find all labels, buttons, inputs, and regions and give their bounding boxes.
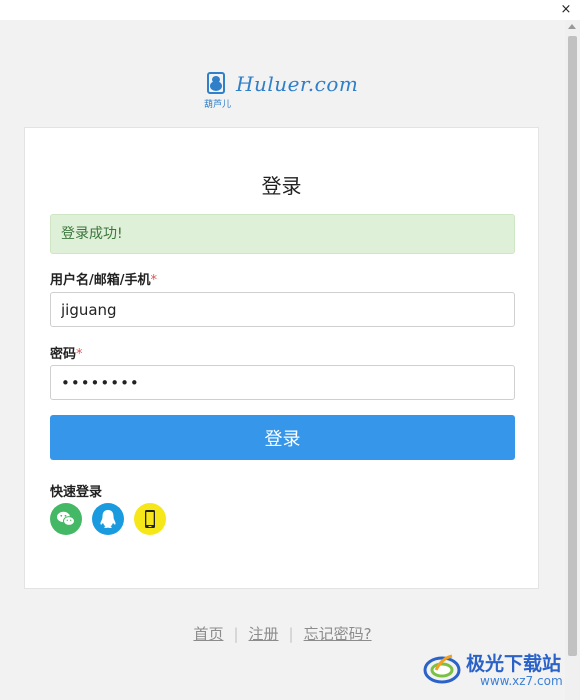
login-title: 登录 [261, 174, 302, 198]
footer-separator: | [288, 625, 294, 643]
phone-icon [145, 510, 155, 528]
footer-links: 首页 | 注册 | 忘记密码? [0, 623, 565, 644]
gourd-bottom-shape [210, 81, 222, 91]
login-card: 登录 登录成功! 用户名/邮箱/手机* 密码* 登录 快速登录 [24, 127, 539, 589]
footer-separator: | [233, 625, 239, 643]
footer-link-register[interactable]: 注册 [249, 625, 279, 643]
quick-login-label: 快速登录 [50, 485, 103, 500]
footer-link-forgot-password[interactable]: 忘记密码? [304, 625, 372, 643]
required-star: * [76, 347, 83, 362]
login-window: × 葫芦儿 Huluer.com 登录 登录成功! 用户名/邮箱/手机* 密码*… [0, 0, 580, 700]
logo-wordmark: Huluer.com [236, 72, 359, 96]
password-input[interactable] [50, 365, 515, 400]
watermark-title: 极光下载站 [466, 653, 562, 675]
login-button[interactable]: 登录 [50, 415, 515, 460]
success-alert: 登录成功! [50, 214, 515, 254]
wechat-icon [57, 511, 75, 526]
xz7-logo-icon [423, 654, 461, 684]
xz7-watermark: 极光下载站 www.xz7.com [422, 646, 574, 694]
close-icon: × [560, 2, 572, 17]
site-logo[interactable]: 葫芦儿 Huluer.com [204, 66, 364, 110]
qq-login-button[interactable] [92, 503, 124, 535]
gourd-logo-icon: 葫芦儿 [204, 70, 232, 110]
qq-icon [100, 510, 116, 529]
password-label: 密码* [50, 343, 83, 362]
scroll-up-arrow-icon[interactable] [568, 24, 576, 29]
vertical-scrollbar[interactable] [565, 20, 580, 700]
scroll-thumb[interactable] [568, 36, 577, 656]
footer-link-home[interactable]: 首页 [193, 625, 223, 643]
username-input[interactable] [50, 292, 515, 327]
close-button[interactable]: × [558, 2, 574, 18]
password-label-text: 密码 [50, 347, 77, 362]
username-label-text: 用户名/邮箱/手机 [50, 273, 151, 288]
required-star: * [150, 273, 158, 288]
title-bar: × [0, 0, 580, 20]
wechat-login-button[interactable] [50, 503, 82, 535]
phone-login-button[interactable] [134, 503, 166, 535]
watermark-url: www.xz7.com [480, 674, 563, 688]
username-label: 用户名/邮箱/手机* [50, 269, 157, 288]
logo-cn-text: 葫芦儿 [204, 100, 232, 110]
